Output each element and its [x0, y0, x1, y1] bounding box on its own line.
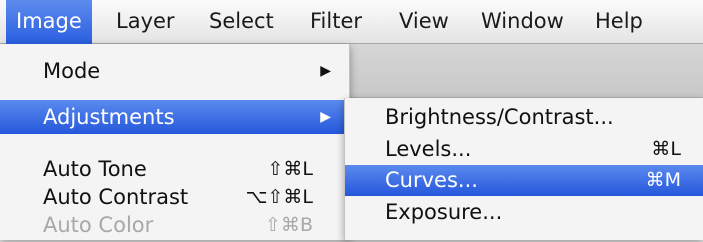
menu-item-label: Auto Contrast	[43, 185, 189, 209]
menu-filter[interactable]: Filter	[300, 0, 372, 44]
menu-item-mode[interactable]: Mode ▶	[0, 54, 349, 88]
menu-help[interactable]: Help	[585, 0, 653, 44]
menu-item-label: Mode	[43, 59, 101, 83]
submenu-item-label: Levels...	[385, 137, 472, 161]
submenu-arrow-icon: ▶	[320, 109, 331, 125]
menu-view[interactable]: View	[389, 0, 459, 44]
image-menu: Mode ▶ Adjustments ▶ Auto Tone ⇧⌘L Auto …	[0, 44, 350, 240]
submenu-item-label: Brightness/Contrast...	[385, 105, 614, 129]
shortcut-label: ⇧⌘B	[265, 214, 313, 236]
submenu-item-brightness-contrast[interactable]: Brightness/Contrast...	[345, 102, 703, 133]
submenu-item-exposure[interactable]: Exposure...	[345, 197, 703, 228]
toolbar-strip	[345, 44, 703, 98]
shortcut-label: ⌘M	[645, 169, 681, 191]
adjustments-submenu: Brightness/Contrast... Levels... ⌘L Curv…	[344, 98, 703, 240]
menu-item-label: Adjustments	[43, 105, 175, 129]
menu-layer[interactable]: Layer	[106, 0, 185, 44]
menu-bar: Image Layer Select Filter View Window He…	[0, 0, 703, 44]
menu-window[interactable]: Window	[471, 0, 574, 44]
menu-item-label: Auto Color	[43, 213, 154, 237]
submenu-arrow-icon: ▶	[320, 63, 331, 79]
menu-item-label: Auto Tone	[43, 157, 147, 181]
menu-item-adjustments[interactable]: Adjustments ▶	[0, 100, 349, 134]
submenu-item-label: Exposure...	[385, 200, 503, 224]
submenu-item-levels[interactable]: Levels... ⌘L	[345, 134, 703, 165]
menu-item-auto-color[interactable]: Auto Color ⇧⌘B	[0, 208, 349, 242]
menu-select[interactable]: Select	[199, 0, 284, 44]
shortcut-label: ⌘L	[651, 138, 681, 160]
submenu-item-label: Curves...	[385, 168, 478, 192]
submenu-item-curves[interactable]: Curves... ⌘M	[345, 165, 703, 196]
menu-image[interactable]: Image	[6, 0, 92, 44]
